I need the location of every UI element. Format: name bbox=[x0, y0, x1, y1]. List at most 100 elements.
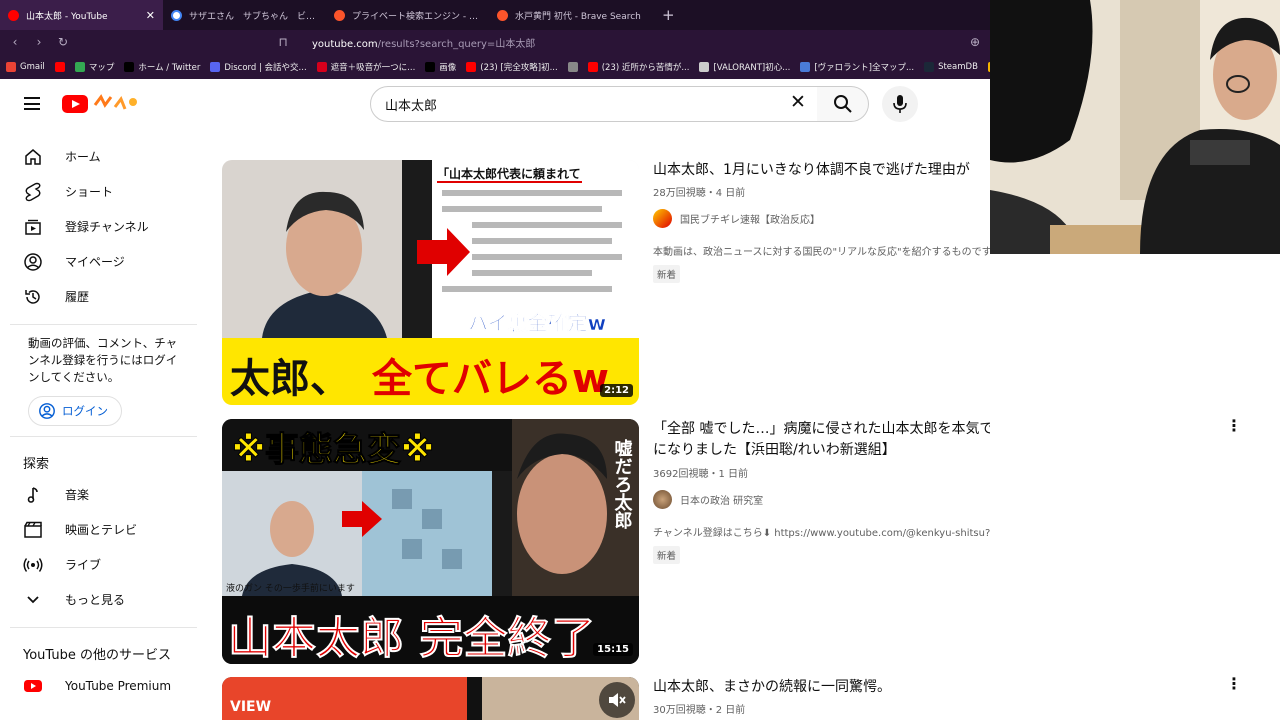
bookmark-item[interactable] bbox=[54, 61, 65, 72]
sidebar-item-label: マイページ bbox=[65, 255, 125, 269]
thumbnail-image: VIEW bbox=[222, 677, 639, 720]
bookmark-item[interactable]: [VALORANT]初心... bbox=[699, 61, 790, 73]
bookmark-favicon-icon bbox=[924, 61, 935, 72]
video-meta: 30万回視聴・2 日前 bbox=[653, 705, 746, 716]
sidebar-item-label: YouTube Premium bbox=[65, 678, 172, 693]
bookmark-item[interactable]: ホーム / Twitter bbox=[124, 61, 200, 73]
tab-google[interactable]: サザエさん サブちゃん ビール - Google bbox=[163, 0, 326, 30]
video-title[interactable]: 山本太郎、1月にいきなり体調不良で逃げた理由が bbox=[653, 160, 990, 181]
more-actions-icon[interactable]: ⋮ bbox=[1226, 674, 1242, 693]
account-icon bbox=[39, 403, 55, 419]
url-field[interactable]: youtube.com/results?search_query=山本太郎 bbox=[312, 35, 958, 50]
home-icon bbox=[23, 147, 43, 167]
bookmark-item[interactable]: [ヴァロラント]全マップ... bbox=[800, 61, 914, 73]
youtube-logo[interactable] bbox=[62, 93, 139, 115]
clear-search-icon[interactable]: ✕ bbox=[790, 91, 806, 113]
thumb-top-text: 「山本太郎代表に頼まれて bbox=[437, 166, 581, 181]
bookmark-favicon-icon bbox=[425, 61, 436, 72]
bookmark-item[interactable]: 遮音＋吸音が一つに... bbox=[316, 61, 415, 73]
sidebar-item-history[interactable]: 履歴 bbox=[0, 279, 205, 314]
bookmark-item[interactable]: 画像 bbox=[425, 61, 456, 73]
browser-window: 山本太郎 - YouTube ✕ サザエさん サブちゃん ビール - Googl… bbox=[0, 0, 990, 720]
voice-search-button[interactable] bbox=[882, 86, 918, 122]
close-icon[interactable]: ✕ bbox=[146, 9, 155, 22]
sidebar-item-label: 履歴 bbox=[65, 290, 90, 304]
thumbnail-image: ※事態急変※ 液のガン その一歩手前にいます 嘘だろ太郎 山本太郎 完全終了 bbox=[222, 419, 639, 664]
sidebar-item-label: 音楽 bbox=[65, 488, 90, 502]
reload-icon[interactable]: ↻ bbox=[56, 35, 70, 49]
sidebar-item-movies[interactable]: 映画とテレビ bbox=[0, 512, 205, 547]
bookmark-item[interactable]: (23) 近所から苦情が... bbox=[587, 61, 689, 73]
login-button[interactable]: ログイン bbox=[28, 396, 122, 426]
thumb-bottom-text: 山本太郎 完全終了 bbox=[228, 613, 595, 664]
video-title[interactable]: 「全部 嘘でした…」病魔に侵された山本太郎を本気で心配していましたが…最悪の事態… bbox=[653, 419, 990, 461]
zoom-icon[interactable]: ⊕ bbox=[968, 35, 982, 49]
video-meta: 3692回視聴・1 日前 bbox=[653, 469, 748, 480]
video-result[interactable]: VIEW 山本太郎、まさかの続報に一同驚愕。 30万回視聴・2 日前 bbox=[222, 677, 982, 720]
brave-favicon-icon bbox=[334, 9, 345, 21]
login-button-label: ログイン bbox=[62, 404, 108, 418]
sidebar-item-live[interactable]: ライブ bbox=[0, 547, 205, 582]
video-thumbnail[interactable]: VIEW bbox=[222, 677, 639, 720]
bookmark-favicon-icon bbox=[6, 61, 16, 72]
sidebar-item-mypage[interactable]: マイページ bbox=[0, 244, 205, 279]
mute-button[interactable] bbox=[599, 682, 635, 718]
forward-icon[interactable]: › bbox=[32, 35, 46, 49]
search-icon bbox=[833, 95, 852, 113]
video-thumbnail[interactable]: 「山本太郎代表に頼まれて ハイ裏金確定w 太郎、 全てバレるw 2:12 bbox=[222, 160, 639, 405]
bookmark-favicon-icon bbox=[466, 61, 477, 72]
chevron-down-icon bbox=[23, 590, 43, 610]
video-result[interactable]: 「山本太郎代表に頼まれて ハイ裏金確定w 太郎、 全てバレるw 2:12 山本太… bbox=[222, 160, 990, 420]
brave-favicon-icon bbox=[497, 9, 508, 21]
back-icon[interactable]: ‹ bbox=[8, 35, 22, 49]
channel-link[interactable]: 国民ブチギレ速報【政治反応】 bbox=[653, 209, 820, 228]
video-duration: 2:12 bbox=[600, 384, 633, 397]
account-icon bbox=[23, 252, 43, 272]
channel-name: 日本の政治 研究室 bbox=[680, 496, 764, 507]
explore-heading: 探索 bbox=[23, 456, 50, 472]
google-favicon-icon bbox=[171, 9, 182, 21]
sidebar-item-home[interactable]: ホーム bbox=[0, 139, 205, 174]
channel-link[interactable]: 日本の政治 研究室 bbox=[653, 490, 763, 509]
video-thumbnail[interactable]: ※事態急変※ 液のガン その一歩手前にいます 嘘だろ太郎 山本太郎 完全終了 1… bbox=[222, 419, 639, 664]
sidebar-item-show-more[interactable]: もっと見る bbox=[0, 582, 205, 617]
sidebar-item-shorts[interactable]: ショート bbox=[0, 174, 205, 209]
bookmark-item[interactable]: Gmail bbox=[6, 61, 45, 72]
tab-youtube[interactable]: 山本太郎 - YouTube ✕ bbox=[0, 0, 163, 30]
bookmark-label: Discord | 会話や交... bbox=[224, 62, 307, 73]
menu-icon[interactable] bbox=[24, 97, 40, 110]
thumb-mid-text: ハイ裏金確定w bbox=[468, 311, 606, 335]
tab-title: 山本太郎 - YouTube bbox=[26, 11, 108, 22]
sidebar-item-label: ライブ bbox=[65, 558, 102, 572]
sidebar: ホーム ショート 登録チャンネル マイページ 履歴 動画の評価、コメント、チャン… bbox=[0, 131, 205, 720]
sidebar-item-label: 映画とテレビ bbox=[65, 523, 138, 537]
video-meta: 28万回視聴・4 日前 bbox=[653, 188, 746, 199]
microphone-icon bbox=[893, 95, 907, 113]
search-button[interactable] bbox=[817, 86, 869, 122]
bookmark-item[interactable]: (23) [完全攻略]初... bbox=[466, 61, 558, 73]
subscriptions-icon bbox=[23, 217, 43, 237]
bookmark-item[interactable] bbox=[567, 61, 578, 72]
more-actions-icon[interactable]: ⋮ bbox=[1226, 416, 1242, 435]
bookmark-item[interactable]: SteamDB bbox=[924, 61, 978, 72]
bookmark-icon[interactable]: ⊓ bbox=[276, 35, 290, 49]
search-input[interactable]: 山本太郎 bbox=[370, 86, 818, 122]
sidebar-item-music[interactable]: 音楽 bbox=[0, 477, 205, 512]
mute-icon bbox=[609, 693, 626, 707]
bookmark-item[interactable]: Discord | 会話や交... bbox=[210, 61, 307, 73]
bookmark-item[interactable]: マップ bbox=[74, 61, 114, 73]
movies-icon bbox=[23, 520, 43, 540]
sidebar-item-youtube-premium[interactable]: YouTube Premium bbox=[0, 668, 205, 703]
webcam-overlay bbox=[990, 0, 1280, 254]
video-result[interactable]: ※事態急変※ 液のガン その一歩手前にいます 嘘だろ太郎 山本太郎 完全終了 1… bbox=[222, 419, 990, 679]
new-tab-button[interactable]: + bbox=[652, 0, 685, 30]
video-title[interactable]: 山本太郎、まさかの続報に一同驚愕。 bbox=[653, 677, 990, 698]
music-icon bbox=[23, 485, 43, 505]
shorts-icon bbox=[23, 182, 43, 202]
bookmark-label: (23) [完全攻略]初... bbox=[480, 62, 558, 73]
sidebar-item-subscriptions[interactable]: 登録チャンネル bbox=[0, 209, 205, 244]
bookmark-favicon-icon bbox=[210, 61, 221, 72]
tab-brave-1[interactable]: プライベート検索エンジン - ブレイブ検索 bbox=[326, 0, 489, 30]
bookmark-label: Gmail bbox=[20, 61, 45, 72]
tab-brave-2[interactable]: 水戸黄門 初代 - Brave Search bbox=[489, 0, 652, 30]
